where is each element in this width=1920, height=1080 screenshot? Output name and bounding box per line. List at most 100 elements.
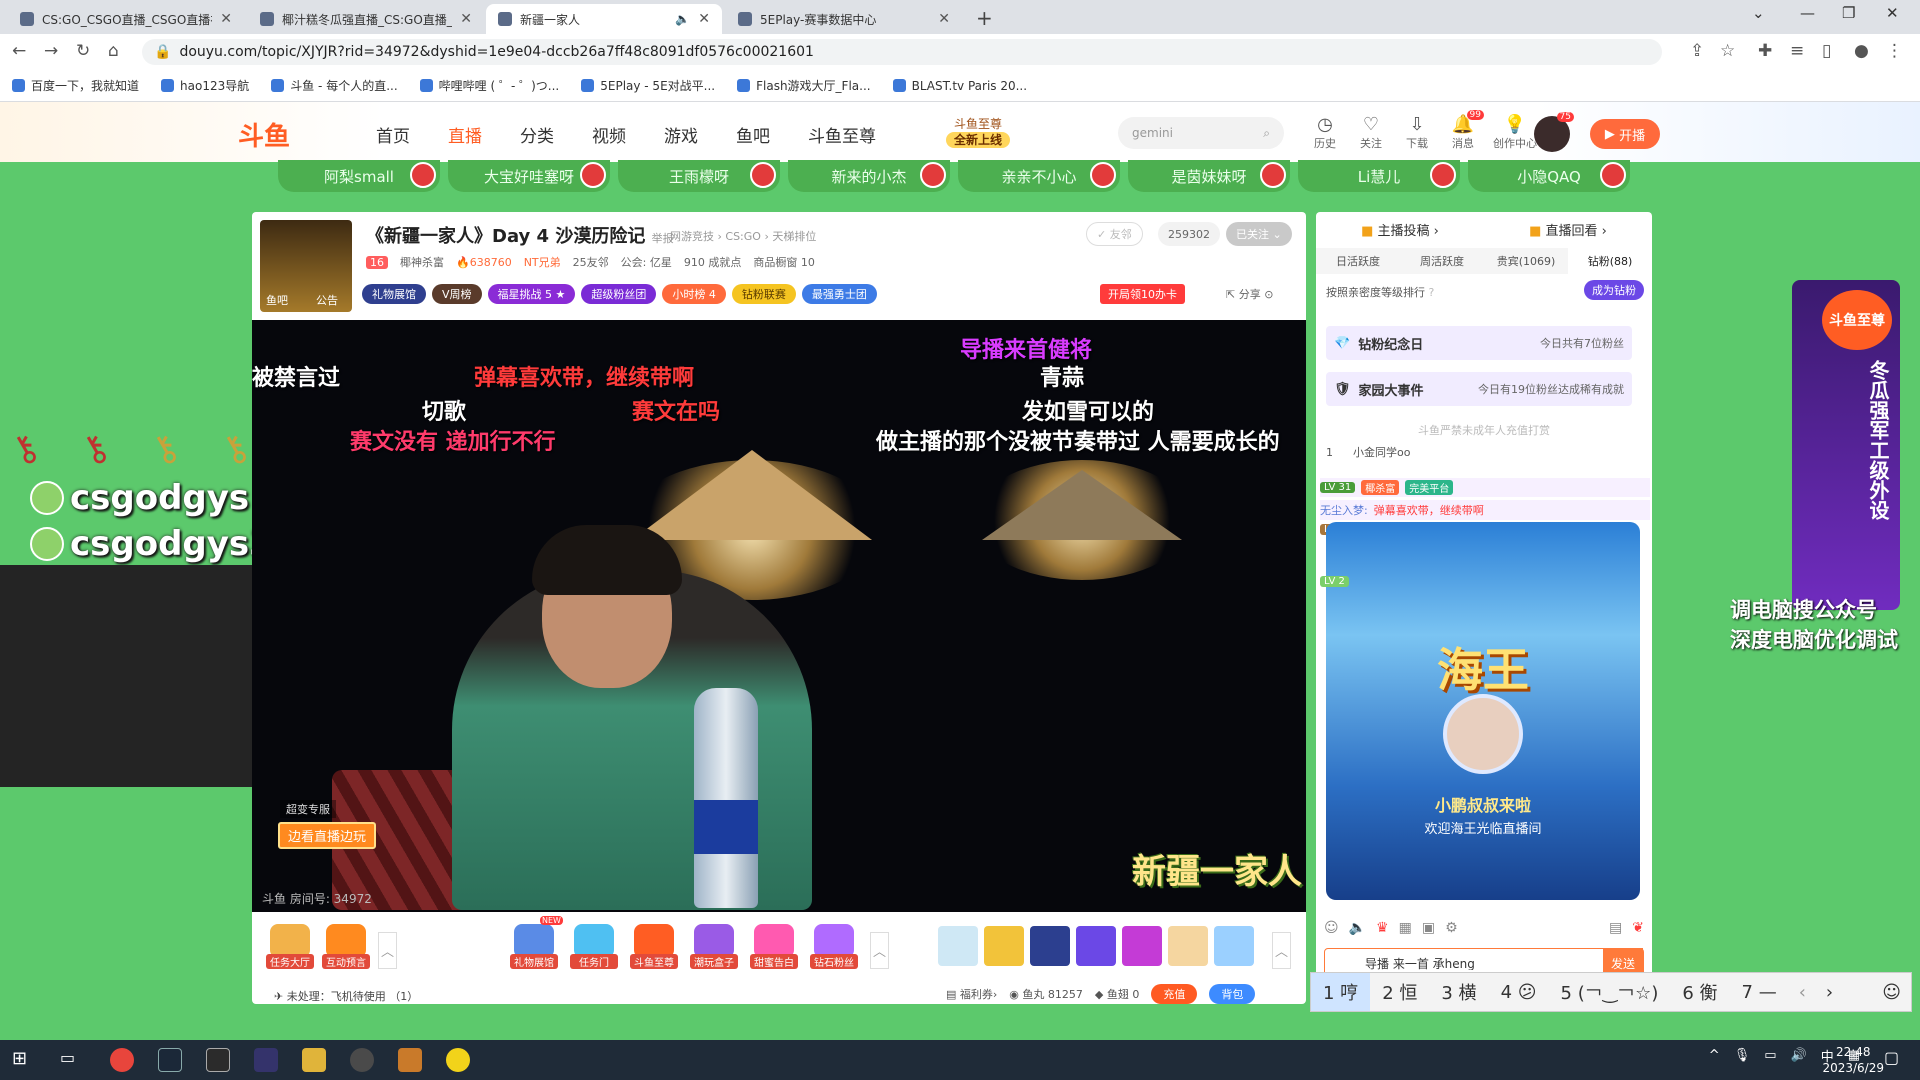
- welfare-link[interactable]: ▤ 福利券›: [946, 986, 997, 1002]
- gift-hall-pill[interactable]: 礼物展馆: [362, 284, 426, 304]
- chat-user[interactable]: 无尘入梦:: [1320, 502, 1368, 518]
- recharge-button[interactable]: 充值: [1151, 984, 1198, 1004]
- anchor-item[interactable]: 小隐QAQ: [1468, 160, 1630, 192]
- breadcrumb[interactable]: 网游竞技 › CS:GO › 天梯排位: [670, 228, 816, 244]
- menu-icon[interactable]: ⋮: [1886, 41, 1903, 61]
- browser-tab[interactable]: 5EPlay-赛事数据中心 ✕: [726, 4, 962, 34]
- super-fan-pill[interactable]: 超级粉丝团: [581, 284, 657, 304]
- notification-icon[interactable]: ▢: [1884, 1048, 1908, 1072]
- bookmark-item[interactable]: hao123导航: [161, 77, 249, 94]
- confess-gift[interactable]: 甜蜜告白: [750, 924, 798, 969]
- app-icon[interactable]: [350, 1048, 374, 1072]
- nav-zhizun[interactable]: 斗鱼至尊: [808, 122, 876, 147]
- restore-button[interactable]: ❐: [1842, 4, 1855, 22]
- home-icon[interactable]: ⌂: [108, 41, 119, 61]
- become-fan-button[interactable]: 成为钻粉: [1584, 280, 1644, 300]
- rank-row[interactable]: 1 小金同学oo: [1326, 444, 1410, 460]
- new-tab-button[interactable]: +: [976, 6, 993, 30]
- anchor-avatar[interactable]: 鱼吧 公告: [260, 220, 352, 312]
- search-icon[interactable]: ⌕: [1263, 126, 1270, 141]
- search-input[interactable]: gemini: [1132, 126, 1173, 140]
- 5e-icon[interactable]: [254, 1048, 278, 1072]
- url-field[interactable]: 🔒 douyu.com/topic/XJYJR?rid=34972&dyshid=…: [142, 39, 1662, 65]
- zhizun-promo[interactable]: 斗鱼至尊 全新上线: [946, 116, 1011, 148]
- close-tab-icon[interactable]: ✕: [698, 11, 710, 27]
- anchor-item[interactable]: 王雨檬呀: [618, 160, 780, 192]
- nav-live[interactable]: 直播: [448, 122, 482, 147]
- notice-tag[interactable]: 公告: [316, 292, 338, 308]
- friend-button[interactable]: ✓ 友邻: [1086, 222, 1143, 246]
- star-icon[interactable]: ☆: [1720, 41, 1735, 61]
- chrome-icon[interactable]: [110, 1048, 134, 1072]
- app-icon[interactable]: [398, 1048, 422, 1072]
- zhizun-gift[interactable]: 斗鱼至尊: [630, 924, 678, 969]
- toybox-gift[interactable]: 潮玩盒子: [690, 924, 738, 969]
- browser-tab-active[interactable]: 新疆一家人 🔈 ✕: [486, 4, 722, 34]
- forward-icon[interactable]: →: [44, 41, 58, 61]
- gift-tile[interactable]: [1030, 926, 1070, 966]
- task-view-icon[interactable]: ▭: [60, 1048, 84, 1072]
- friends-count[interactable]: 25友邻: [573, 254, 609, 270]
- nav-category[interactable]: 分类: [520, 122, 554, 147]
- pending-items[interactable]: ✈ 未处理：飞机待使用 （1）: [274, 988, 418, 1004]
- mic-icon[interactable]: 🎙: [1734, 1048, 1751, 1063]
- ime-candidate[interactable]: 2 恒: [1370, 973, 1429, 1011]
- browser-tab[interactable]: CS:GO_CSGO直播_CSGO直播视 ✕: [8, 4, 244, 34]
- gift-hall-gift[interactable]: 礼物展馆 NEW: [510, 916, 563, 969]
- volume-icon[interactable]: 🔊: [1791, 1048, 1807, 1063]
- card-icon[interactable]: ▣: [1422, 920, 1435, 936]
- ime-prev-icon[interactable]: ‹: [1789, 982, 1816, 1003]
- close-tab-icon[interactable]: ✕: [938, 11, 950, 27]
- gift-tile[interactable]: [984, 926, 1024, 966]
- hourly-rank-pill[interactable]: 小时榜 4: [662, 284, 726, 304]
- nav-video[interactable]: 视频: [592, 122, 626, 147]
- creator-button[interactable]: 💡 创作中心: [1492, 114, 1538, 151]
- network-icon[interactable]: ▭: [1764, 1048, 1776, 1063]
- tab-daily[interactable]: 日活跃度: [1316, 248, 1400, 274]
- profile-icon[interactable]: ●: [1854, 41, 1869, 61]
- ime-emoji-icon[interactable]: ☺: [1882, 982, 1911, 1003]
- nav-yuba[interactable]: 鱼吧: [736, 122, 770, 147]
- bookmark-item[interactable]: 百度一下，我就知道: [12, 77, 139, 94]
- nav-games[interactable]: 游戏: [664, 122, 698, 147]
- expand-icon[interactable]: ︿: [1272, 932, 1292, 969]
- gift-tile[interactable]: [938, 926, 978, 966]
- barrage-icon[interactable]: ▤: [1609, 920, 1622, 936]
- start-live-button[interactable]: ▶ 开播: [1590, 119, 1660, 149]
- app-icon[interactable]: [206, 1048, 230, 1072]
- grid-icon[interactable]: ▦: [1399, 920, 1412, 936]
- sidepanel-icon[interactable]: ▯: [1822, 41, 1831, 61]
- shop-window[interactable]: 商品橱窗 10: [753, 254, 815, 270]
- yuba-tag[interactable]: 鱼吧: [266, 292, 288, 308]
- diamond-league-pill[interactable]: 钻粉联赛: [731, 284, 796, 304]
- emoji-icon[interactable]: ☺: [1324, 920, 1339, 936]
- weekly-rank-pill[interactable]: V周榜: [432, 284, 482, 304]
- clock[interactable]: 22:48 2023/6/29: [1822, 1044, 1884, 1076]
- search-box[interactable]: gemini ⌕: [1118, 117, 1284, 149]
- gift-tile[interactable]: [1214, 926, 1254, 966]
- warrior-pill[interactable]: 最强勇士团: [801, 284, 877, 304]
- diamond-fan-gift[interactable]: 钻石粉丝: [810, 924, 858, 969]
- speaker-icon[interactable]: 🔈: [1349, 920, 1366, 936]
- home-event-card[interactable]: 🛡 家园大事件 今日有19位粉丝达成稀有成就: [1326, 372, 1632, 406]
- tab-replay[interactable]: ■ 直播回看 ›: [1529, 220, 1607, 239]
- followed-button[interactable]: 已关注 ⌄: [1226, 222, 1292, 246]
- extensions-icon[interactable]: ✚: [1758, 41, 1772, 61]
- ime-candidate[interactable]: 1 哼: [1311, 973, 1371, 1011]
- download-button[interactable]: ⇩ 下载: [1400, 114, 1434, 151]
- task-hall-gift[interactable]: 任务大厅: [266, 924, 314, 969]
- nav-home[interactable]: 首页: [376, 122, 410, 147]
- douyu-logo[interactable]: 斗鱼: [238, 116, 290, 153]
- bag-button[interactable]: 背包: [1209, 984, 1256, 1004]
- anchor-name[interactable]: 椰神杀富: [400, 254, 444, 270]
- reading-list-icon[interactable]: ≡: [1790, 41, 1804, 61]
- achievements[interactable]: 910 成就点: [684, 254, 742, 270]
- close-tab-icon[interactable]: ✕: [220, 11, 232, 27]
- zhizun-badge[interactable]: 斗鱼至尊: [1822, 290, 1892, 350]
- team-tag[interactable]: NT兄弟: [524, 254, 561, 270]
- anchor-item[interactable]: 新来的小杰: [788, 160, 950, 192]
- prediction-gift[interactable]: 互动预言: [322, 924, 370, 969]
- bookmark-item[interactable]: BLAST.tv Paris 20...: [892, 79, 1027, 93]
- ime-next-icon[interactable]: ›: [1816, 982, 1843, 1003]
- gift-tile[interactable]: [1168, 926, 1208, 966]
